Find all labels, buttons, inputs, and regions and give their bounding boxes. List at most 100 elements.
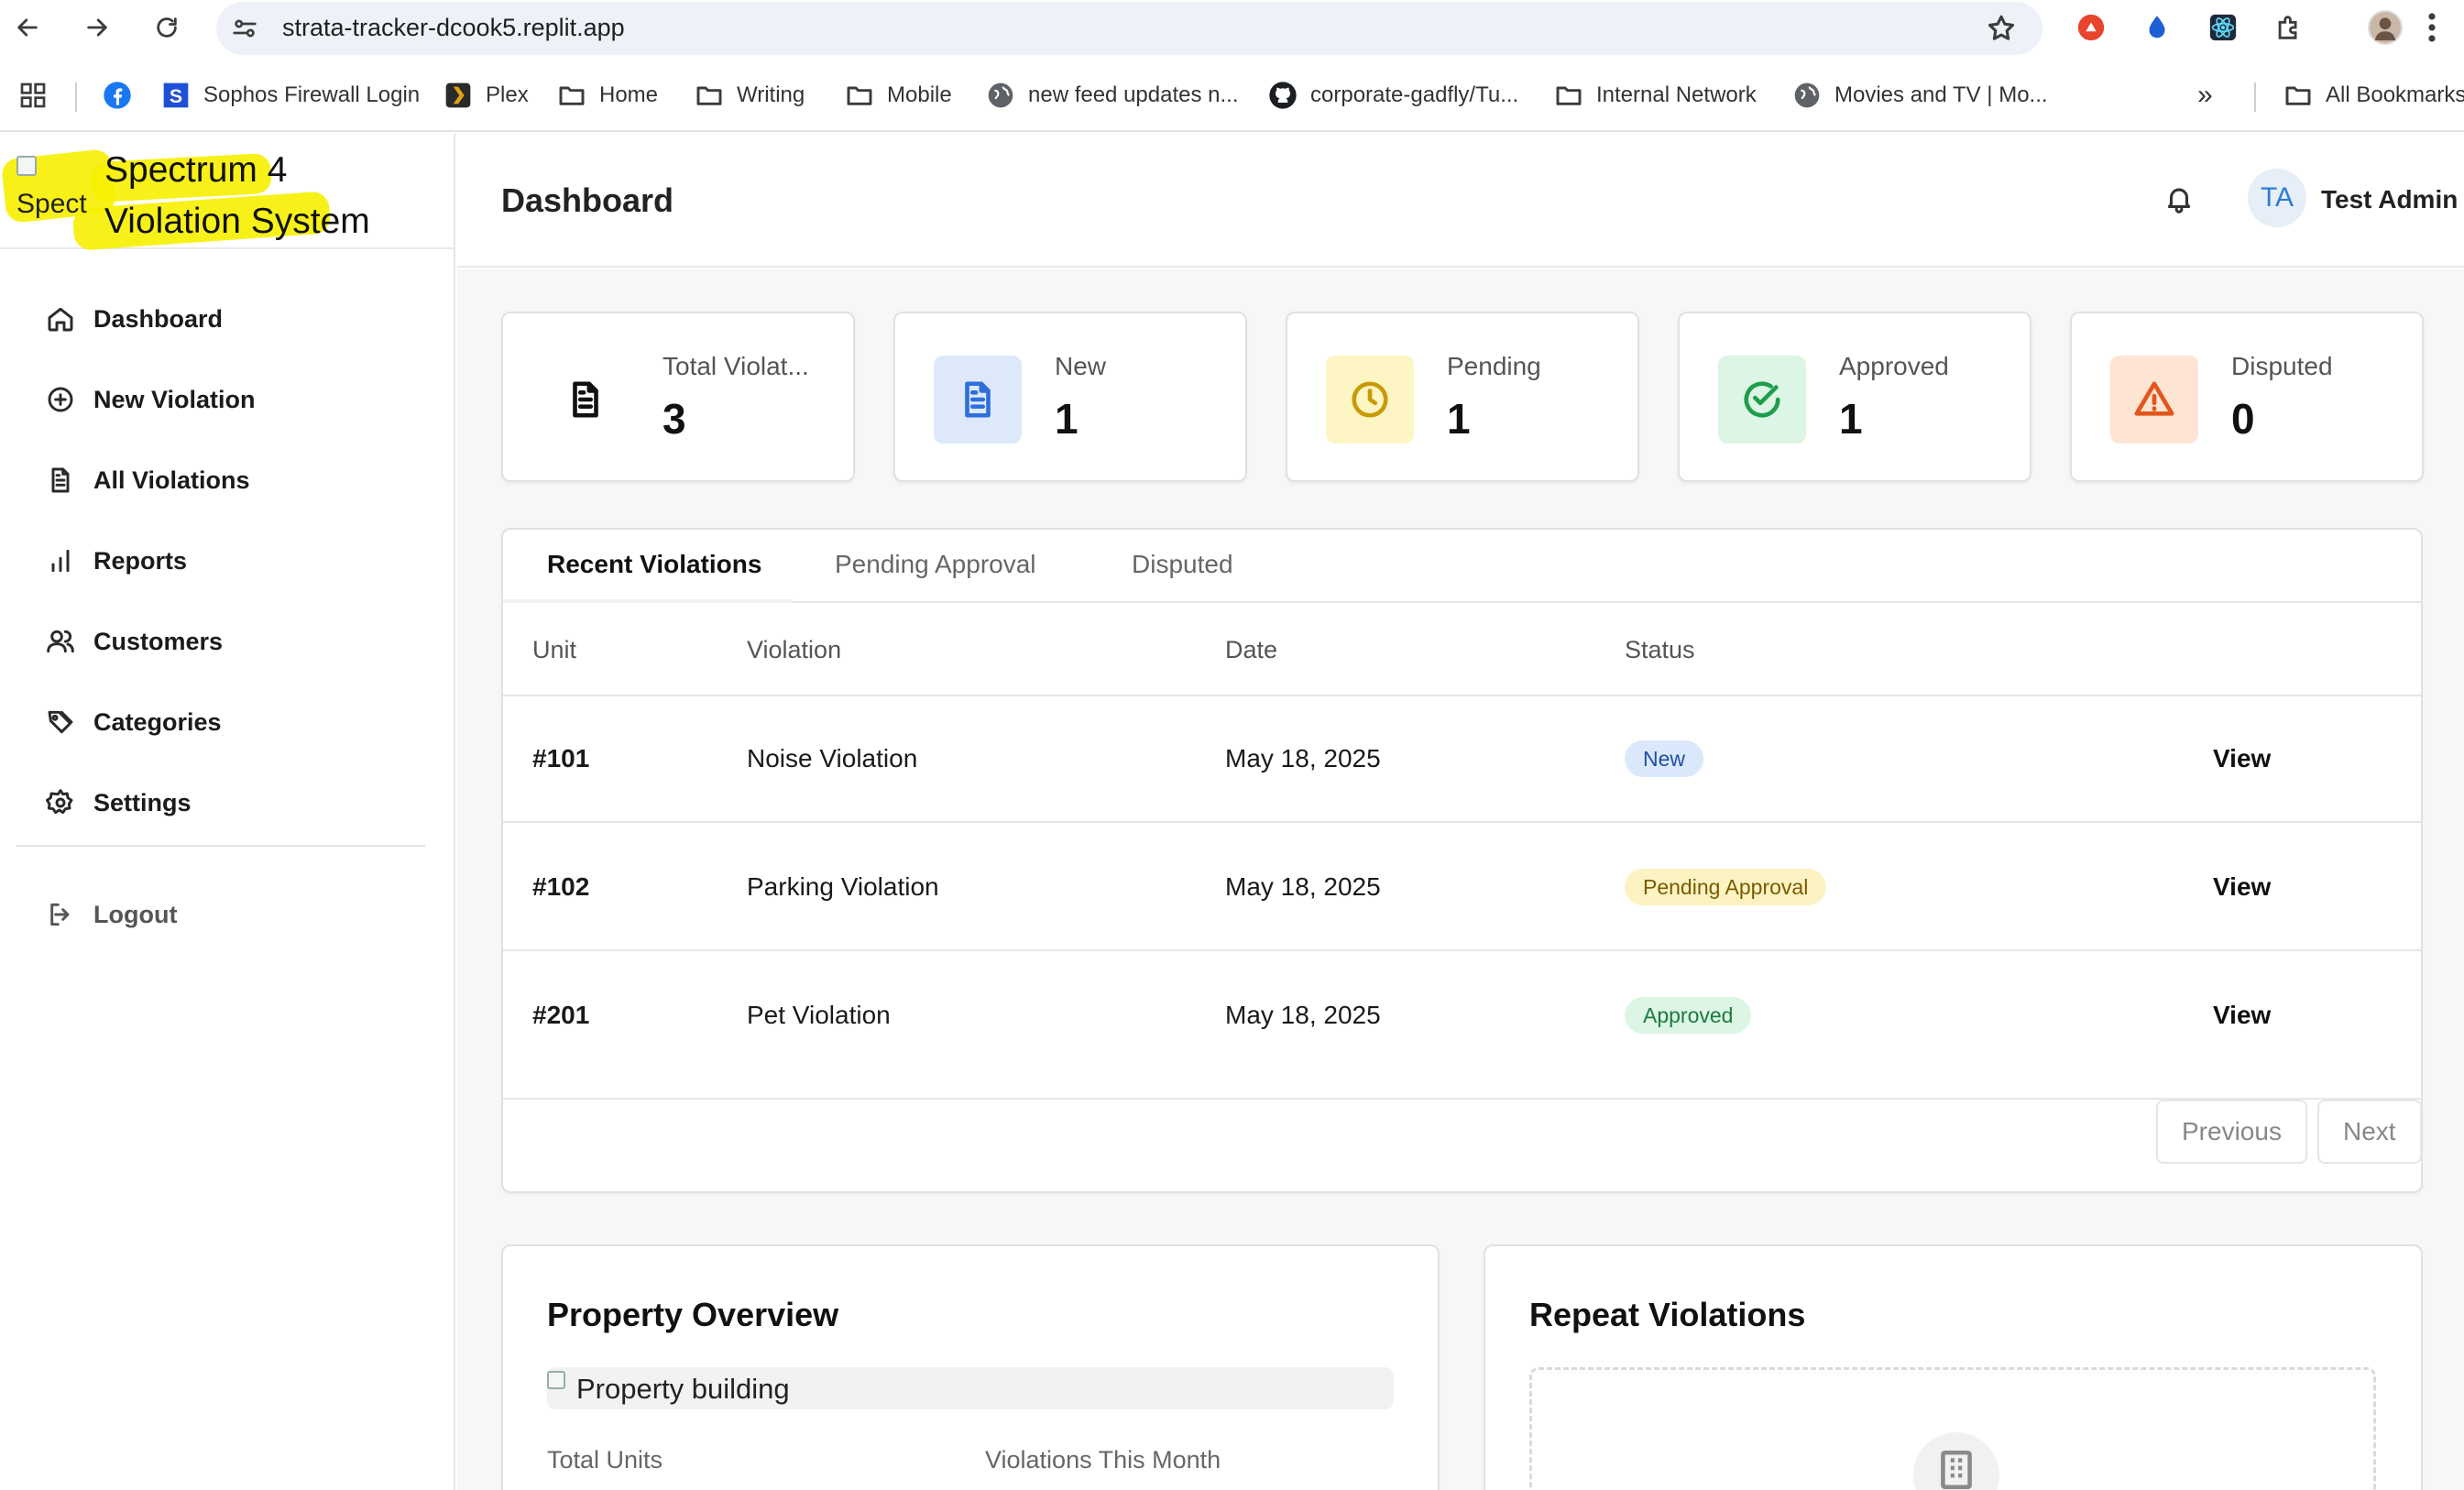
column-header-unit: Unit: [532, 636, 577, 663]
bookmark-writing[interactable]: Writing: [695, 77, 805, 114]
bookmark-mobile[interactable]: Mobile: [845, 77, 952, 114]
bookmark-label: Writing: [737, 82, 805, 107]
extension-drop-icon[interactable]: [2140, 10, 2174, 45]
sidebar-item-categories[interactable]: Categories: [44, 702, 222, 742]
arrow-right-icon: [87, 18, 107, 37]
avatar[interactable]: TA: [2248, 169, 2306, 227]
stat-card-disputed[interactable]: Disputed 0: [2070, 312, 2424, 482]
card-title: Property Overview: [547, 1296, 839, 1333]
user-name[interactable]: Test Admin: [2321, 185, 2458, 214]
cell-violation: Noise Violation: [747, 744, 918, 772]
bookmark-label: Movies and TV | Mo...: [1834, 82, 2048, 107]
reload-button[interactable]: [148, 9, 185, 46]
sidebar-item-label: New Violation: [93, 385, 256, 413]
sidebar-item-reports[interactable]: Reports: [44, 541, 187, 581]
tab-pending-approval[interactable]: Pending Approval: [835, 550, 1036, 579]
sidebar-item-label: Customers: [93, 627, 224, 655]
folder-icon: [695, 81, 724, 110]
bookmark-movies-tv[interactable]: Movies and TV | Mo...: [1792, 77, 2048, 114]
logout-label: Logout: [93, 900, 178, 928]
main-content: Total Violat... 3 New 1 Pending 1 Approv…: [457, 269, 2464, 1490]
svg-text:S: S: [170, 85, 182, 107]
stat-card-approved[interactable]: Approved 1: [1678, 312, 2031, 482]
table-row[interactable]: #101 Noise Violation May 18, 2025 New Vi…: [503, 696, 2421, 823]
view-link[interactable]: View: [2213, 1001, 2271, 1030]
bookmark-sophos[interactable]: S Sophos Firewall Login: [161, 77, 420, 114]
sidebar-item-settings[interactable]: Settings: [44, 783, 192, 823]
cell-date: May 18, 2025: [1225, 1001, 1381, 1029]
apps-grid-icon[interactable]: [18, 77, 48, 114]
plus-circle-icon: [44, 383, 77, 416]
bar-chart-icon: [44, 544, 77, 577]
url-text[interactable]: strata-tracker-dcook5.replit.app: [282, 14, 625, 42]
bookmarks-divider: [2254, 82, 2256, 112]
site-settings-icon[interactable]: [231, 15, 258, 42]
table-row[interactable]: #102 Parking Violation May 18, 2025 Pend…: [503, 825, 2421, 951]
extension-react-icon[interactable]: [2206, 10, 2240, 45]
column-header-date: Date: [1225, 636, 1278, 663]
bookmark-label: corporate-gadfly/Tu...: [1310, 82, 1519, 107]
next-button[interactable]: Next: [2317, 1100, 2422, 1164]
brand-logo: Spect: [13, 156, 97, 229]
bookmarks-divider: [75, 82, 77, 112]
bookmark-plex[interactable]: Plex: [444, 77, 529, 114]
stat-value: 1: [1839, 395, 1863, 443]
table-footer-divider: [503, 1098, 2421, 1100]
bell-icon: [2167, 188, 2191, 214]
extension-red-icon[interactable]: [2074, 10, 2108, 45]
bookmarks-overflow-button[interactable]: »: [2197, 77, 2213, 114]
all-bookmarks[interactable]: All Bookmarks: [2283, 77, 2464, 114]
bookmark-home[interactable]: Home: [557, 77, 658, 114]
sidebar-item-label: All Violations: [93, 466, 250, 494]
sidebar-item-label: Categories: [93, 707, 222, 736]
forward-button[interactable]: [79, 9, 115, 46]
logout-button[interactable]: Logout: [44, 894, 177, 935]
view-link[interactable]: View: [2213, 872, 2271, 902]
address-bar[interactable]: strata-tracker-dcook5.replit.app: [216, 2, 2042, 55]
bookmark-label: Mobile: [887, 82, 952, 107]
bookmark-feed-updates[interactable]: new feed updates n...: [986, 77, 1239, 114]
cell-unit: #101: [532, 744, 590, 772]
sidebar-item-customers[interactable]: Customers: [44, 621, 223, 662]
bookmarks-bar: S Sophos Firewall Login Plex Home Writin…: [0, 60, 2464, 132]
column-header-status: Status: [1625, 636, 1695, 663]
table-row[interactable]: #201 Pet Violation May 18, 2025 Approved…: [503, 953, 2421, 1079]
sidebar-item-all-violations[interactable]: All Violations: [44, 460, 250, 500]
chevron-double-right-icon: »: [2197, 80, 2213, 110]
brand[interactable]: Spect Spectrum 4 Violation System: [0, 134, 455, 251]
notifications-button[interactable]: [2163, 183, 2195, 214]
facebook-bookmark[interactable]: [103, 77, 145, 114]
sidebar-item-new-violation[interactable]: New Violation: [44, 379, 256, 420]
tab-recent-violations[interactable]: Recent Violations: [547, 550, 761, 579]
globe-icon: [986, 81, 1015, 110]
more-menu-icon[interactable]: [2426, 11, 2437, 44]
brand-name-line2: Violation System: [104, 202, 370, 241]
folder-icon: [2283, 81, 2313, 110]
violations-tabs: Recent Violations Pending Approval Dispu…: [503, 530, 2421, 603]
bookmark-internal-network[interactable]: Internal Network: [1554, 77, 1757, 114]
tags-icon: [44, 706, 77, 739]
view-link[interactable]: View: [2213, 744, 2271, 773]
stat-card-total[interactable]: Total Violat... 3: [501, 312, 855, 482]
gear-icon: [44, 786, 77, 819]
tab-disputed[interactable]: Disputed: [1132, 550, 1233, 579]
bookmark-github[interactable]: corporate-gadfly/Tu...: [1268, 77, 1518, 114]
stat-card-pending[interactable]: Pending 1: [1286, 312, 1639, 482]
reload-icon: [157, 17, 177, 38]
stat-card-new[interactable]: New 1: [893, 312, 1247, 482]
users-icon: [44, 625, 77, 658]
sidebar-item-dashboard[interactable]: Dashboard: [44, 299, 223, 339]
extensions-puzzle-icon[interactable]: [2272, 10, 2306, 45]
bookmark-label: Home: [599, 82, 659, 107]
sidebar-item-label: Reports: [93, 546, 188, 575]
profile-avatar-icon[interactable]: [2368, 10, 2403, 45]
bookmark-label: new feed updates n...: [1028, 82, 1239, 107]
active-tab-indicator: [503, 599, 793, 603]
previous-button[interactable]: Previous: [2156, 1100, 2307, 1164]
warning-icon: [2110, 356, 2198, 444]
broken-image-icon: [547, 1371, 565, 1389]
back-button[interactable]: [9, 9, 46, 46]
bookmark-star-icon[interactable]: [1986, 13, 2017, 44]
app-header: Dashboard TA Test Admin: [457, 134, 2464, 268]
sidebar-item-label: Dashboard: [93, 304, 224, 333]
